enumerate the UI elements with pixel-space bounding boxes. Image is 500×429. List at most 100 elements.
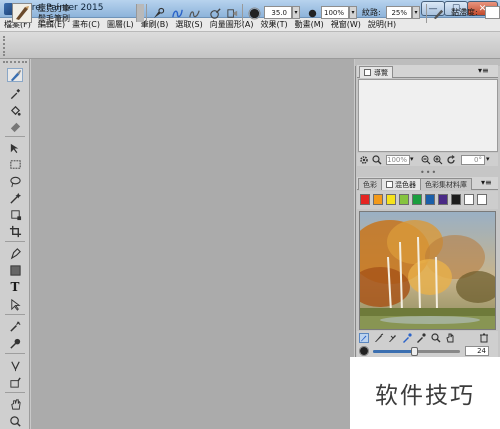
menu-canvas[interactable]: 畫布(C) xyxy=(70,19,102,30)
tab-mixer[interactable]: 混色器 xyxy=(381,178,421,190)
color-swatch[interactable] xyxy=(399,194,409,205)
toolbox-grip[interactable] xyxy=(3,61,27,64)
color-swatch[interactable] xyxy=(477,194,487,205)
viscosity-field[interactable] xyxy=(485,6,500,19)
navigator-preview[interactable] xyxy=(358,79,498,152)
dropper-tool-icon[interactable] xyxy=(7,86,23,100)
grabber-hand-tool-icon[interactable] xyxy=(7,397,23,411)
lasso-tool-icon[interactable] xyxy=(7,174,23,188)
color-variability-icon[interactable] xyxy=(224,5,240,21)
brush-tool[interactable] xyxy=(7,68,23,82)
stroke-attributes-icon[interactable] xyxy=(207,5,223,21)
rotate-field[interactable]: 0° xyxy=(461,155,485,165)
panel-menu-icon[interactable]: ▾≡ xyxy=(478,66,489,75)
color-swatch[interactable] xyxy=(464,194,474,205)
reset-tool-icon[interactable] xyxy=(150,5,166,21)
pen-tool-icon[interactable] xyxy=(7,246,23,260)
brush-size-slider-fill xyxy=(373,350,415,353)
rectangle-shape-tool-icon[interactable] xyxy=(7,263,23,277)
brush-size-icon xyxy=(358,345,370,357)
transform-tool-icon[interactable] xyxy=(7,207,23,221)
dirty-brush-icon[interactable] xyxy=(359,333,369,343)
canvas-area[interactable] xyxy=(31,59,354,429)
color-swatch[interactable] xyxy=(438,194,448,205)
sample-multiple-colors-icon[interactable] xyxy=(416,333,426,343)
cloner-tool-icon[interactable] xyxy=(7,319,23,333)
toolbox-divider xyxy=(5,353,25,354)
mixer-zoom-icon[interactable] xyxy=(431,333,441,343)
brush-stroke-icon xyxy=(16,6,29,20)
rectangular-selection-tool-icon[interactable] xyxy=(7,157,23,171)
rotate-icon[interactable] xyxy=(446,155,456,165)
impasto-icon[interactable] xyxy=(430,5,446,21)
brush-selector-dropdown[interactable] xyxy=(136,4,144,22)
straight-line-stroke-icon[interactable] xyxy=(186,5,202,21)
color-swatch[interactable] xyxy=(425,194,435,205)
sample-color-icon[interactable] xyxy=(402,333,412,343)
grain-field[interactable]: 25% xyxy=(386,6,412,19)
color-swatch[interactable] xyxy=(360,194,370,205)
settings-gear-icon[interactable] xyxy=(359,155,369,165)
zoom-field[interactable]: 100% xyxy=(386,155,410,165)
brush-size-slider-handle[interactable] xyxy=(411,347,418,356)
watermark-text: 软件技巧 xyxy=(350,357,500,429)
brush-variant-label: 鬃毛筆刷 xyxy=(38,14,70,23)
shape-selection-tool-icon[interactable] xyxy=(7,297,23,311)
size-dropdown-arrow[interactable]: ▾ xyxy=(292,6,300,19)
color-swatch[interactable] xyxy=(386,194,396,205)
grain-label: 紋路: xyxy=(362,8,381,17)
separator xyxy=(426,4,427,23)
landscape-painting-image xyxy=(360,212,495,329)
menu-effects[interactable]: 效果(T) xyxy=(258,19,289,30)
navigator-tab-label: 導覽 xyxy=(374,68,388,77)
magnifier-tool-icon[interactable] xyxy=(7,414,23,428)
eraser-tool-icon[interactable] xyxy=(7,119,23,133)
brush-selector-thumbnail[interactable] xyxy=(12,3,32,23)
clear-mixer-trash-icon[interactable] xyxy=(479,333,489,343)
size-icon xyxy=(246,5,262,21)
panel-menu-icon[interactable]: ▾≡ xyxy=(481,178,492,187)
grain-dropdown-arrow[interactable]: ▾ xyxy=(412,6,420,19)
checkbox-icon xyxy=(386,181,393,188)
toolbox-divider xyxy=(5,136,25,137)
tab-color[interactable]: 色彩 xyxy=(358,178,382,190)
zoom-icon[interactable] xyxy=(372,155,382,165)
burn-tool-icon[interactable] xyxy=(7,375,23,389)
apply-color-icon[interactable] xyxy=(374,333,384,343)
paint-bucket-tool-icon[interactable] xyxy=(7,103,23,117)
zoom-dropdown-arrow[interactable]: ▾ xyxy=(410,155,414,163)
menu-layers[interactable]: 圖層(L) xyxy=(105,19,136,30)
brush-size-field[interactable]: 35.0 xyxy=(264,6,292,19)
blender-tool-icon[interactable] xyxy=(7,358,23,372)
crop-tool-icon[interactable] xyxy=(7,224,23,238)
mixer-pad-painting[interactable] xyxy=(359,211,496,330)
panel-splitter-grip[interactable]: ••• xyxy=(420,168,437,177)
mixer-swatches xyxy=(357,191,498,209)
mixer-brush-size-field[interactable]: 24 xyxy=(465,346,489,356)
toolbox-divider xyxy=(5,314,25,315)
toolbox-divider xyxy=(5,392,25,393)
magic-wand-tool-icon[interactable] xyxy=(7,191,23,205)
rubber-stamp-tool-icon[interactable] xyxy=(7,336,23,350)
zoom-out-icon[interactable] xyxy=(421,155,431,165)
opacity-icon xyxy=(304,5,320,21)
navigator-tab[interactable]: 導覽 xyxy=(359,66,393,78)
layer-adjuster-tool-icon[interactable] xyxy=(7,141,23,155)
separator xyxy=(242,4,243,23)
mix-color-icon[interactable] xyxy=(388,333,398,343)
mixer-pan-icon[interactable] xyxy=(445,333,455,343)
rotate-dropdown-arrow[interactable]: ▾ xyxy=(486,155,490,163)
bar-grip[interactable] xyxy=(3,36,8,56)
freehand-stroke-icon[interactable] xyxy=(169,5,185,21)
checkbox-icon xyxy=(364,69,371,76)
color-swatch[interactable] xyxy=(451,194,461,205)
tab-color-sets[interactable]: 色彩集材料庫 xyxy=(420,178,472,190)
text-tool-icon[interactable]: T xyxy=(7,280,23,294)
color-swatch[interactable] xyxy=(412,194,422,205)
zoom-in-icon[interactable] xyxy=(433,155,443,165)
opacity-field[interactable]: 100% xyxy=(321,6,349,19)
color-swatch[interactable] xyxy=(373,194,383,205)
menu-help[interactable]: 說明(H) xyxy=(366,19,398,30)
menu-window[interactable]: 視窗(W) xyxy=(329,19,363,30)
opacity-dropdown-arrow[interactable]: ▾ xyxy=(349,6,357,19)
